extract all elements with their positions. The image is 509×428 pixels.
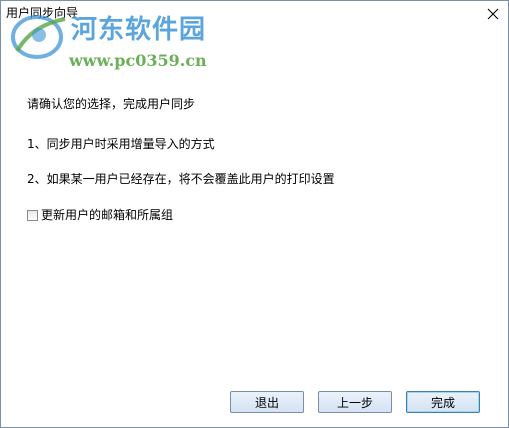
info-line-2: 2、如果某一用户已经存在，将不会覆盖此用户的打印设置 — [27, 172, 335, 186]
update-mailbox-option[interactable]: 更新用户的邮箱和所属组 — [27, 207, 173, 223]
finish-button[interactable]: 完成 — [406, 391, 480, 413]
info-line-1: 1、同步用户时采用增量导入的方式 — [27, 137, 215, 151]
watermark-logo-icon — [11, 15, 66, 59]
update-mailbox-checkbox[interactable] — [27, 209, 38, 221]
watermark: 河东软件园 www.pc0359.cn — [9, 11, 209, 73]
watermark-site-name: 河东软件园 — [71, 15, 207, 45]
confirm-heading: 请确认您的选择，完成用户同步 — [27, 97, 196, 111]
update-mailbox-label[interactable]: 更新用户的邮箱和所属组 — [41, 208, 173, 222]
previous-step-button[interactable]: 上一步 — [318, 391, 392, 413]
watermark-url: www.pc0359.cn — [69, 51, 207, 70]
exit-button[interactable]: 退出 — [230, 391, 304, 413]
close-button[interactable] — [478, 1, 508, 27]
close-icon — [487, 8, 499, 20]
wizard-window: 用户同步向导 河东软件园 www.pc0359.cn 请确认您的选择，完成用户同… — [0, 0, 509, 428]
